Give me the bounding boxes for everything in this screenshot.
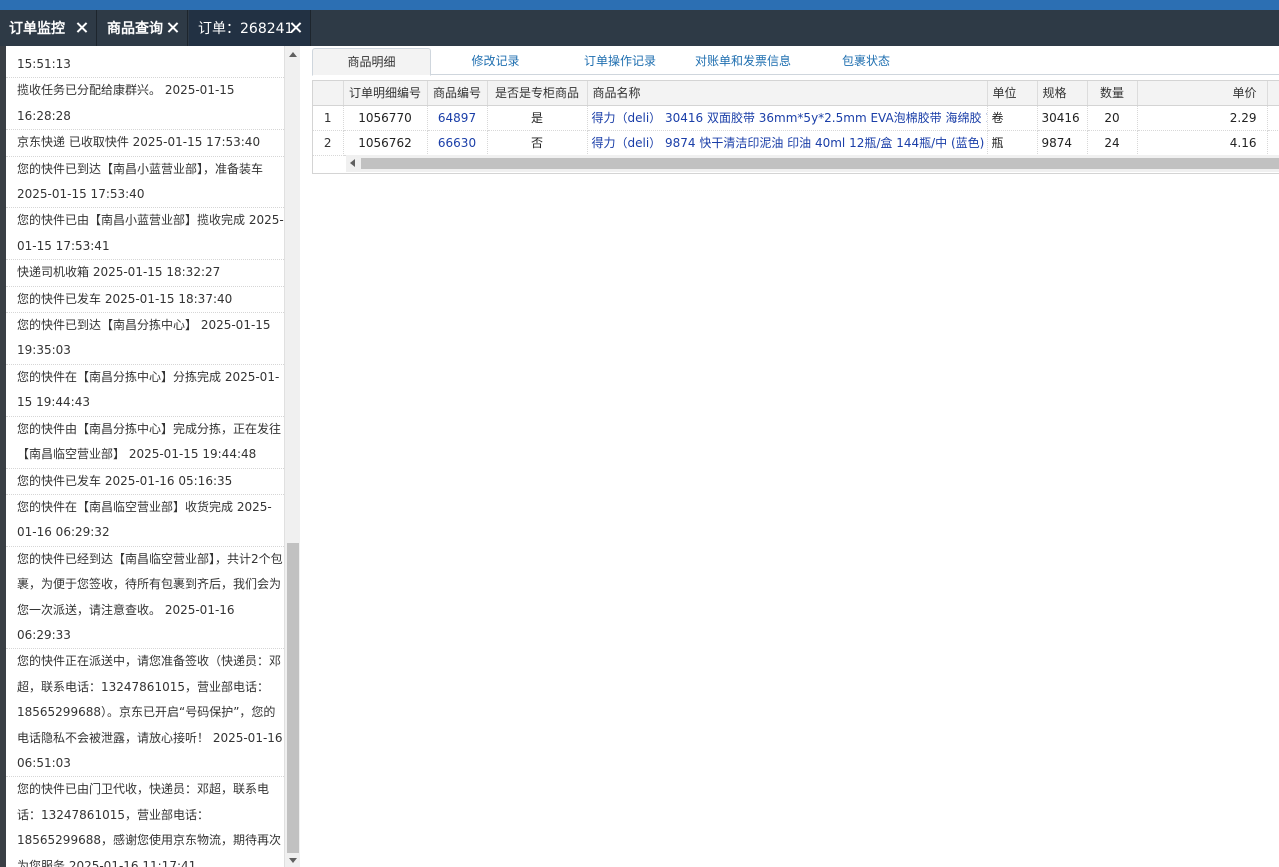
cell-is-counter: 否 [487, 130, 588, 156]
cell-product-id-link[interactable]: 64897 [427, 105, 488, 131]
close-icon[interactable] [288, 20, 304, 36]
log-entry: 您的快件已到达【南昌小蓝营业部】，准备装车 2025-01-15 17:53:4… [6, 157, 284, 209]
cell-spec: 30416 [1037, 105, 1088, 131]
col-header[interactable]: 是否是专柜商品 [487, 81, 588, 106]
cell-qty: 20 [1087, 105, 1138, 131]
tab-order-monitor[interactable]: 订单监控 [0, 10, 97, 46]
cell-is-counter: 是 [487, 105, 588, 131]
scroll-up-icon[interactable] [289, 52, 297, 57]
log-entry: 您的快件已由门卫代收，快递员：邓超，联系电话：13247861015，营业部电话… [6, 777, 284, 867]
log-entry: 您的快件已发车 2025-01-15 18:37:40 [6, 287, 284, 314]
col-header[interactable]: 商品编号 [427, 81, 488, 106]
log-entry: 您的快件已到达【南昌分拣中心】 2025-01-15 19:35:03 [6, 313, 284, 365]
tab-label: 订单监控 [9, 21, 65, 37]
scroll-thumb[interactable] [361, 158, 1279, 169]
log-entry: 您的快件已由【南昌小蓝营业部】揽收完成 2025-01-15 17:53:41 [6, 208, 284, 261]
product-detail-grid: 订单明细编号 商品编号 是否是专柜商品 商品名称 单位 规格 数量 单价 税 1… [312, 80, 1279, 174]
log-entry: 您的快件在【南昌分拣中心】分拣完成 2025-01-15 19:44:43 [6, 365, 284, 417]
col-header[interactable]: 税 [1267, 81, 1279, 106]
log-entry: 您的快件已发车 2025-01-16 05:16:35 [6, 469, 284, 495]
tab-order-detail[interactable]: 订单：268241 [189, 10, 311, 46]
subtab-package-status[interactable]: 包裹状态 [826, 48, 906, 75]
window-tab-bar: 订单监控 商品查询 订单：268241 [0, 10, 1279, 46]
close-icon[interactable] [165, 20, 181, 36]
log-entry: 您的快件已经到达【南昌临空营业部】，共计2个包裹，为便于您签收，待所有包裹到齐后… [6, 547, 284, 650]
cell-unit: 瓶 [987, 130, 1038, 156]
cell-tax [1267, 130, 1279, 156]
log-entry: 揽收任务已分配给康群兴。 2025-01-15 16:28:28 [6, 78, 284, 131]
cell-detail-id: 1056762 [343, 130, 428, 156]
detail-subtabs: 商品明细 修改记录 订单操作记录 对账单和发票信息 包裹状态 [312, 48, 1279, 76]
order-detail-main: 商品明细 修改记录 订单操作记录 对账单和发票信息 包裹状态 订单明细编号 商品… [312, 46, 1279, 867]
table-row[interactable]: 1 1056770 64897 是 得力（deli） 30416 双面胶带 36… [313, 105, 1279, 131]
scroll-down-icon[interactable] [289, 858, 297, 863]
row-number: 1 [313, 105, 344, 131]
tab-product-query[interactable]: 商品查询 [98, 10, 188, 46]
cell-unit: 卷 [987, 105, 1038, 131]
subtab-order-operations[interactable]: 订单操作记录 [568, 48, 672, 75]
close-icon[interactable] [74, 20, 90, 36]
subtab-statement-invoice[interactable]: 对账单和发票信息 [685, 48, 801, 75]
log-entry: 您的快件在【南昌临空营业部】收货完成 2025-01-16 06:29:32 [6, 495, 284, 547]
cell-detail-id: 1056770 [343, 105, 428, 131]
log-entry: 15:51:13 [6, 52, 284, 79]
log-entry: 您的快件正在派送中，请您准备签收（快递员：邓超，联系电话：13247861015… [6, 649, 284, 778]
cell-price: 4.16 [1137, 130, 1268, 156]
cell-product-id-link[interactable]: 66630 [427, 130, 488, 156]
log-entry: 您的快件由【南昌分拣中心】完成分拣，正在发往【南昌临空营业部】 2025-01-… [6, 417, 284, 469]
cell-product-name[interactable]: 得力（deli） 30416 双面胶带 36mm*5y*2.5mm EVA泡棉胶… [587, 105, 988, 131]
col-header[interactable]: 单价 [1137, 81, 1268, 106]
cell-qty: 24 [1087, 130, 1138, 156]
cell-product-name[interactable]: 得力（deli） 9874 快干清洁印泥油 印油 40ml 12瓶/盒 144瓶… [587, 130, 988, 156]
subtab-edit-history[interactable]: 修改记录 [448, 48, 543, 75]
subtab-product-detail[interactable]: 商品明细 [312, 48, 431, 76]
logistics-log-panel: 15:51:13 揽收任务已分配给康群兴。 2025-01-15 16:28:2… [0, 46, 300, 867]
col-header[interactable]: 单位 [987, 81, 1038, 106]
scroll-left-icon[interactable] [350, 159, 355, 167]
log-entry: 京东快递 已收取快件 2025-01-15 17:53:40 [6, 130, 284, 157]
tab-label: 商品查询 [107, 21, 163, 37]
top-accent-strip [0, 0, 1279, 10]
logistics-log-list: 15:51:13 揽收任务已分配给康群兴。 2025-01-15 16:28:2… [6, 46, 284, 867]
col-header[interactable]: 数量 [1087, 81, 1138, 106]
rownum-header [313, 81, 344, 106]
log-entry: 快递司机收箱 2025-01-15 18:32:27 [6, 260, 284, 287]
row-number: 2 [313, 130, 344, 156]
col-header[interactable]: 商品名称 [587, 81, 988, 106]
grid-header-row: 订单明细编号 商品编号 是否是专柜商品 商品名称 单位 规格 数量 单价 税 [313, 81, 1279, 106]
log-scrollbar[interactable] [284, 46, 300, 867]
grid-horizontal-scrollbar[interactable] [346, 155, 1279, 172]
col-header[interactable]: 订单明细编号 [343, 81, 428, 106]
cell-price: 2.29 [1137, 105, 1268, 131]
cell-tax [1267, 105, 1279, 131]
tab-label: 订单：268241 [198, 21, 294, 37]
table-row[interactable]: 2 1056762 66630 否 得力（deli） 9874 快干清洁印泥油 … [313, 130, 1279, 156]
col-header[interactable]: 规格 [1037, 81, 1088, 106]
cell-spec: 9874 [1037, 130, 1088, 156]
scroll-thumb[interactable] [287, 543, 299, 853]
